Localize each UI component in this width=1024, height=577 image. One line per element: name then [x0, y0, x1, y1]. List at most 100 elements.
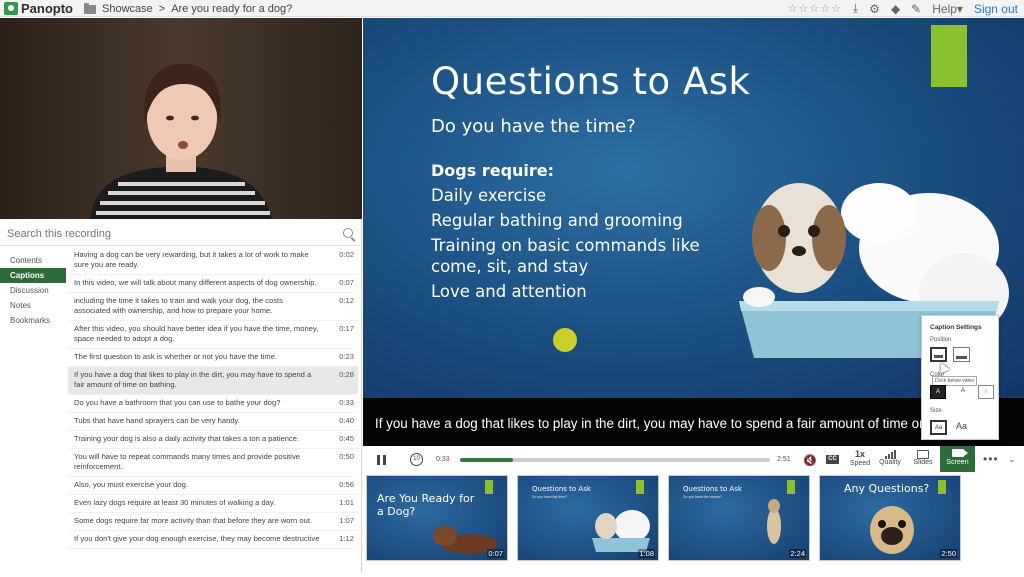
pause-icon[interactable]	[377, 455, 386, 465]
slide-bullet: Training on basic commands like come, si…	[431, 236, 700, 276]
presenter-webcam-video[interactable]	[0, 18, 362, 219]
help-menu[interactable]: Help▾	[932, 2, 963, 16]
total-time: 2:51	[777, 456, 791, 463]
caption-row[interactable]: Also, you must exercise your dog. 0:56	[68, 477, 358, 495]
caption-row[interactable]: If you don't give your dog enough exerci…	[68, 531, 358, 549]
screen-label: Screen	[946, 459, 969, 466]
thumbnail-subtitle: Do you have the time?	[532, 495, 568, 499]
dog-bath-thumb-image	[592, 510, 650, 552]
caption-color-light-button[interactable]: A	[955, 385, 971, 399]
caption-text: Training your dog is also a daily activi…	[74, 434, 300, 443]
caption-timestamp: 0:50	[339, 452, 354, 461]
caption-text: Even lazy dogs require at least 30 minut…	[74, 498, 276, 507]
seek-bar[interactable]	[460, 458, 770, 462]
folder-icon	[84, 2, 96, 14]
caption-row[interactable]: After this video, you should have better…	[68, 321, 358, 349]
thumbnail-slide-2[interactable]: Questions to Ask Do you have the time? 1…	[517, 475, 659, 561]
panopto-logo[interactable]: Panopto	[4, 1, 73, 16]
caption-timestamp: 0:23	[339, 352, 354, 361]
position-overlay-icon	[956, 356, 967, 359]
caption-text: In this video, we will talk about many d…	[74, 278, 317, 287]
thumbnail-duration: 0:07	[487, 549, 504, 558]
quality-button[interactable]: Quality	[876, 450, 904, 466]
speed-label: Speed	[849, 460, 871, 467]
share-icon[interactable]: ◆	[891, 2, 900, 16]
caption-row[interactable]: Training your dog is also a daily activi…	[68, 431, 358, 449]
caption-text: Do you have a bathroom that you can use …	[74, 398, 281, 407]
search-icon[interactable]	[343, 228, 353, 238]
tab-discussion[interactable]: Discussion	[0, 283, 66, 298]
caption-row[interactable]: In this video, we will talk about many d…	[68, 275, 358, 293]
tab-bookmarks[interactable]: Bookmarks	[0, 313, 66, 328]
caption-row[interactable]: Tubs that have hand sprayers can be very…	[68, 413, 358, 431]
caption-timestamp: 0:28	[339, 370, 354, 379]
thumbnail-duration: 2:24	[789, 549, 806, 558]
caption-text: including the time it takes to train and…	[74, 296, 283, 315]
thumbnail-slide-4[interactable]: Any Questions? 2:50	[819, 475, 961, 561]
captions-list: Having a dog can be very rewarding, but …	[68, 247, 358, 577]
caption-row[interactable]: If you have a dog that likes to play in …	[68, 367, 358, 395]
thumbnail-accent	[938, 480, 946, 494]
breadcrumb-title: Are you ready for a dog?	[171, 3, 293, 15]
rating-stars[interactable]: ☆☆☆☆☆	[788, 2, 842, 15]
slide-bullet: Daily exercise	[431, 186, 547, 205]
caption-text: The first question to ask is whether or …	[74, 352, 278, 361]
top-bar-actions: ☆☆☆☆☆ ⤓ ⚙ ◆ ✎ Help▾ Sign out	[788, 1, 1018, 16]
position-overlay-button[interactable]	[953, 347, 970, 362]
slides-button[interactable]: Slides	[909, 450, 937, 466]
caption-row[interactable]: You will have to repeat commands many ti…	[68, 449, 358, 477]
slide-bullets: Daily exercise Regular bathing and groom…	[431, 185, 731, 306]
screen-button[interactable]: Screen	[940, 446, 975, 472]
caption-timestamp: 0:17	[339, 324, 354, 333]
thumbnail-subtitle: Do you have the money?	[683, 495, 722, 499]
mute-icon[interactable]: 🔇	[803, 454, 817, 467]
caption-text: If you have a dog that likes to play in …	[74, 370, 312, 389]
caption-row[interactable]: including the time it takes to train and…	[68, 293, 358, 321]
breadcrumb-folder[interactable]: Showcase	[102, 3, 153, 15]
chevron-down-icon[interactable]: ⌄	[1008, 454, 1016, 465]
position-bottom-icon	[934, 355, 943, 358]
presenter-image	[0, 18, 362, 219]
caption-text: Having a dog can be very rewarding, but …	[74, 250, 309, 269]
thumbnail-title: Any Questions?	[844, 482, 930, 495]
thumbnail-slide-3[interactable]: Questions to Ask Do you have the money? …	[668, 475, 810, 561]
tab-captions[interactable]: Captions	[0, 268, 66, 283]
thumbnail-accent	[636, 480, 644, 494]
caption-row[interactable]: The first question to ask is whether or …	[68, 349, 358, 367]
caption-row[interactable]: Even lazy dogs require at least 30 minut…	[68, 495, 358, 513]
search-input[interactable]	[7, 226, 337, 242]
thumbnail-accent	[787, 480, 795, 494]
thumbnail-duration: 1:08	[638, 549, 655, 558]
edit-pencil-icon[interactable]: ✎	[911, 2, 921, 16]
caption-size-large-button[interactable]: Aa	[953, 420, 970, 435]
thumbnail-strip: Are You Ready for a Dog? 0:07 Questions …	[366, 475, 1024, 565]
tab-contents[interactable]: Contents	[0, 253, 66, 268]
caption-color-dark-button[interactable]: A	[930, 385, 946, 399]
left-pane: Contents Captions Discussion Notes Bookm…	[0, 18, 362, 573]
current-time: 0:33	[436, 456, 450, 463]
caption-size-small-button[interactable]: Aa	[930, 420, 947, 435]
slide-subtitle: Do you have the time?	[431, 116, 636, 137]
quality-label: Quality	[879, 459, 901, 466]
caption-row[interactable]: Some dogs require far more activity than…	[68, 513, 358, 531]
download-icon[interactable]: ⤓	[853, 1, 858, 16]
caption-row[interactable]: Do you have a bathroom that you can use …	[68, 395, 358, 413]
speed-button[interactable]: 1x Speed	[847, 450, 873, 468]
panopto-logo-icon	[4, 2, 18, 15]
pug-image	[870, 506, 914, 554]
caption-text: Tubs that have hand sprayers can be very…	[74, 416, 240, 425]
sign-out-link[interactable]: Sign out	[974, 2, 1018, 16]
caption-row[interactable]: Having a dog can be very rewarding, but …	[68, 247, 358, 275]
caption-text: After this video, you should have better…	[74, 324, 319, 343]
breadcrumb: Showcase > Are you ready for a dog?	[84, 2, 293, 15]
rewind-10-icon[interactable]: 10	[410, 453, 423, 466]
more-options-icon[interactable]: •••	[983, 452, 999, 466]
settings-gear-icon[interactable]: ⚙	[869, 2, 880, 16]
closed-captions-button[interactable]: CC	[826, 455, 839, 464]
tab-notes[interactable]: Notes	[0, 298, 66, 313]
slides-label: Slides	[913, 459, 933, 466]
position-label: Position	[930, 337, 952, 343]
thumbnail-slide-1[interactable]: Are You Ready for a Dog? 0:07	[366, 475, 508, 561]
top-bar: Panopto Showcase > Are you ready for a d…	[0, 0, 1024, 17]
caption-color-transparent-button[interactable]: A	[978, 385, 994, 399]
